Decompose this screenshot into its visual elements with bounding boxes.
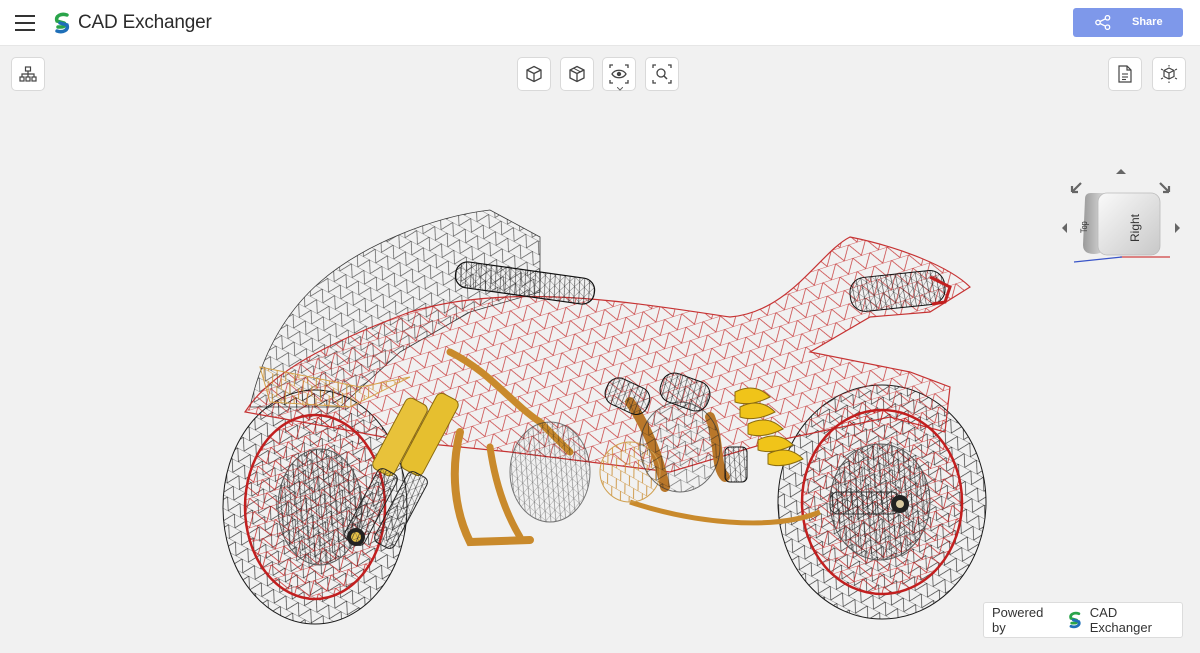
zoom-fit-icon — [652, 64, 672, 84]
navcube-face-right[interactable]: Right — [1128, 213, 1142, 242]
navcube-face-top[interactable]: Top — [1079, 221, 1089, 233]
powered-by-brand: CAD Exchanger — [1089, 605, 1152, 635]
wireframe-view-button[interactable] — [560, 57, 594, 91]
share-label: Share — [1132, 16, 1163, 28]
cad-exchanger-logo-icon — [54, 12, 70, 34]
app-title: CAD Exchanger — [78, 12, 212, 33]
structure-tree-button[interactable] — [11, 57, 45, 91]
rotate-cw-arrow-icon[interactable] — [1159, 182, 1171, 194]
eye-view-icon — [609, 64, 629, 84]
document-properties-icon — [1118, 65, 1132, 83]
cad-exchanger-logo-icon — [1069, 611, 1081, 629]
motorcycle-wireframe-model[interactable] — [210, 202, 1000, 632]
navigation-cube[interactable]: Right Top — [1060, 157, 1188, 289]
rotate-left-arrow-icon[interactable] — [1062, 223, 1067, 233]
powered-by-badge[interactable]: Powered by CAD Exchanger — [983, 602, 1183, 638]
app-header: CAD Exchanger Share — [0, 0, 1200, 46]
share-icon — [1095, 15, 1111, 30]
zoom-fit-button[interactable] — [645, 57, 679, 91]
rotate-ccw-arrow-icon[interactable] — [1070, 182, 1082, 194]
app-logo[interactable]: CAD Exchanger — [52, 10, 212, 36]
chevron-down-icon — [617, 87, 623, 91]
explode-cube-icon — [1160, 65, 1178, 83]
powered-by-label: Powered by — [992, 605, 1044, 635]
share-button[interactable]: Share — [1073, 8, 1183, 37]
properties-button[interactable] — [1108, 57, 1142, 91]
rotate-right-arrow-icon[interactable] — [1175, 223, 1180, 233]
rotate-up-arrow-icon[interactable] — [1116, 169, 1126, 174]
cube-wireframe-icon — [569, 65, 585, 83]
solid-view-button[interactable] — [517, 57, 551, 91]
tree-structure-icon — [19, 66, 37, 82]
explode-view-button[interactable] — [1152, 57, 1186, 91]
axis-y-line — [1073, 256, 1123, 263]
hamburger-menu-icon[interactable] — [12, 12, 38, 34]
cube-solid-icon — [526, 65, 542, 83]
3d-viewport[interactable]: Right Top Powered by CAD Exchanger — [0, 47, 1200, 653]
visibility-button[interactable] — [602, 57, 636, 91]
